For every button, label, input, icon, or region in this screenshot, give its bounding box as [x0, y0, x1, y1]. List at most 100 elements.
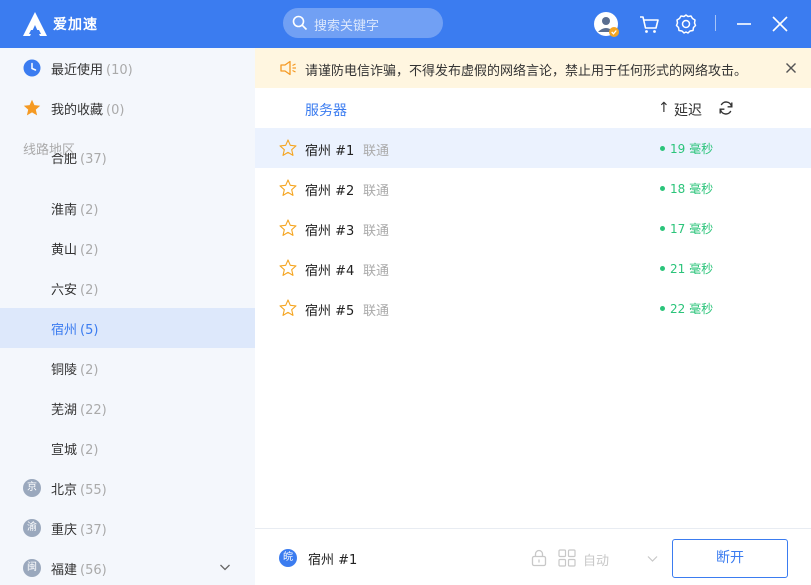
count: (37) — [80, 523, 107, 538]
sidebar-item-province[interactable]: 渝 重庆 (37) — [0, 508, 255, 548]
count: (2) — [80, 203, 99, 218]
main-panel: 请谨防电信诈骗，不得发布虚假的网络言论，禁止用于任何形式的网络攻击。 服务器 ↑… — [255, 48, 811, 585]
sidebar-item-favorites[interactable]: 我的收藏 (0) — [0, 88, 255, 128]
server-row[interactable]: 宿州 #3 联通 17 毫秒 — [255, 208, 811, 248]
notice-text: 请谨防电信诈骗，不得发布虚假的网络言论，禁止用于任何形式的网络攻击。 — [305, 64, 748, 79]
sidebar-item-city[interactable]: 六安 (2) — [0, 268, 255, 308]
connected-server-name: 宿州 #1 — [308, 553, 358, 568]
star-outline-icon[interactable] — [279, 299, 297, 317]
count: (22) — [80, 403, 107, 418]
sidebar-item-label: 北京 — [51, 483, 78, 498]
server-isp: 联通 — [363, 264, 390, 279]
star-outline-icon[interactable] — [279, 259, 297, 277]
server-latency: 22 毫秒 — [670, 302, 714, 316]
chevron-down-icon[interactable] — [219, 561, 231, 573]
sidebar-item-city-selected[interactable]: 宿州 (5) — [0, 308, 255, 348]
connection-footer: 皖 宿州 #1 自动 断开 — [255, 528, 811, 585]
province-badge: 渝 — [23, 519, 41, 537]
gear-icon[interactable] — [673, 11, 699, 37]
sidebar-item-city[interactable]: 宣城 (2) — [0, 428, 255, 468]
count: (37) — [80, 153, 107, 167]
sidebar-item-label: 芜湖 — [51, 403, 78, 418]
speaker-icon — [280, 60, 296, 76]
disconnect-button[interactable]: 断开 — [672, 539, 788, 578]
star-outline-icon[interactable] — [279, 179, 297, 197]
server-row[interactable]: 宿州 #4 联通 21 毫秒 — [255, 248, 811, 288]
sidebar-item-label: 合肥 — [51, 153, 78, 167]
sidebar-item-city[interactable]: 合肥 (37) — [0, 153, 255, 177]
count: (0) — [106, 103, 125, 118]
sidebar-item-city[interactable]: 黄山 (2) — [0, 228, 255, 268]
server-latency: 19 毫秒 — [670, 142, 714, 156]
star-outline-icon[interactable] — [279, 219, 297, 237]
count: (2) — [80, 283, 99, 298]
server-latency: 21 毫秒 — [670, 262, 714, 276]
count: (5) — [80, 323, 99, 338]
mode-select[interactable]: 自动 — [583, 550, 609, 569]
sidebar-item-label: 淮南 — [51, 203, 78, 218]
status-dot — [660, 146, 665, 151]
server-isp: 联通 — [363, 304, 390, 319]
sidebar-item-label: 铜陵 — [51, 363, 78, 378]
server-isp: 联通 — [363, 184, 390, 199]
sidebar: 最近使用 (10) 我的收藏 (0) 线路地区 合肥 (37) 淮南 (2) 黄山 (2)… — [0, 48, 255, 585]
app-logo-icon — [23, 12, 47, 36]
count: (55) — [80, 483, 107, 498]
sidebar-item-province[interactable]: 闽 福建 (56) — [0, 548, 255, 585]
column-header-latency[interactable]: 延迟 — [674, 100, 702, 120]
status-dot — [660, 266, 665, 271]
count: (2) — [80, 363, 99, 378]
app-title: 爱加速 — [53, 17, 98, 33]
status-dot — [660, 306, 665, 311]
count: (10) — [106, 63, 133, 78]
sidebar-item-label: 宣城 — [51, 443, 78, 458]
province-badge: 皖 — [279, 549, 297, 567]
user-avatar-icon[interactable] — [593, 11, 619, 37]
search-box[interactable]: 搜索关键字 — [283, 8, 443, 38]
sidebar-item-city[interactable]: 铜陵 (2) — [0, 348, 255, 388]
sidebar-item-label: 福建 — [51, 563, 78, 578]
refresh-icon[interactable] — [718, 100, 734, 116]
minimize-icon[interactable] — [731, 11, 757, 37]
sidebar-item-city[interactable]: 芜湖 (22) — [0, 388, 255, 428]
sidebar-item-label: 黄山 — [51, 243, 78, 258]
sidebar-item-recent[interactable]: 最近使用 (10) — [0, 48, 255, 88]
server-table-header: 服务器 ↑ 延迟 — [255, 88, 811, 128]
sidebar-item-city[interactable]: 淮南 (2) — [0, 188, 255, 228]
sidebar-item-province[interactable]: 京 北京 (55) — [0, 468, 255, 508]
sidebar-item-label: 六安 — [51, 283, 78, 298]
count: (2) — [80, 443, 99, 458]
server-row[interactable]: 宿州 #2 联通 18 毫秒 — [255, 168, 811, 208]
clock-icon — [23, 59, 41, 77]
server-name: 宿州 #1 — [305, 144, 355, 159]
column-header-server[interactable]: 服务器 — [305, 100, 347, 120]
server-isp: 联通 — [363, 144, 390, 159]
server-name: 宿州 #3 — [305, 224, 355, 239]
status-dot — [660, 186, 665, 191]
province-badge: 闽 — [23, 559, 41, 577]
server-latency: 18 毫秒 — [670, 182, 714, 196]
sort-arrow-icon[interactable]: ↑ — [658, 100, 670, 116]
grid-mode-icon[interactable] — [558, 549, 576, 567]
server-row[interactable]: 宿州 #1 联通 19 毫秒 — [255, 128, 811, 168]
cart-icon[interactable] — [636, 11, 662, 37]
sidebar-item-label: 宿州 — [51, 323, 78, 338]
search-input[interactable]: 搜索关键字 — [314, 15, 379, 34]
sidebar-item-label: 最近使用 — [51, 63, 104, 78]
server-latency: 17 毫秒 — [670, 222, 714, 236]
count: (2) — [80, 243, 99, 258]
star-icon — [23, 99, 41, 116]
star-outline-icon[interactable] — [279, 139, 297, 157]
search-icon — [292, 15, 308, 31]
server-name: 宿州 #4 — [305, 264, 355, 279]
server-isp: 联通 — [363, 224, 390, 239]
lock-icon[interactable] — [530, 549, 548, 567]
sidebar-item-label: 重庆 — [51, 523, 78, 538]
title-bar: 爱加速 搜索关键字 — [0, 0, 811, 48]
chevron-down-icon[interactable] — [647, 553, 658, 564]
server-row[interactable]: 宿州 #5 联通 22 毫秒 — [255, 288, 811, 328]
close-icon[interactable] — [785, 62, 797, 74]
count: (56) — [80, 563, 107, 578]
close-icon[interactable] — [767, 11, 793, 37]
server-name: 宿州 #2 — [305, 184, 355, 199]
